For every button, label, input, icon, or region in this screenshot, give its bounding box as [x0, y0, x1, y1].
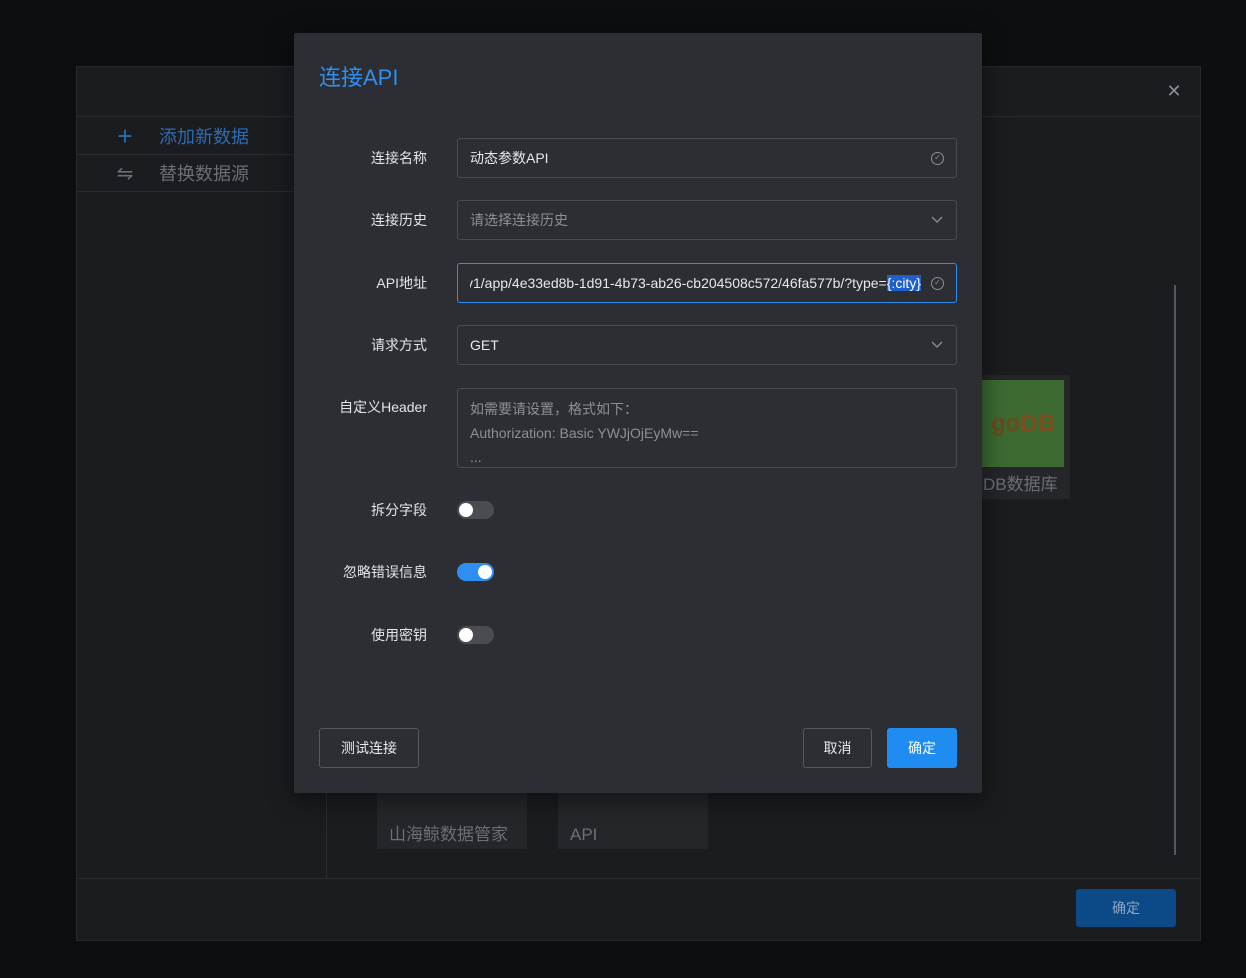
ignore-errors-toggle[interactable] — [457, 563, 494, 581]
check-circle-icon: ✓ — [931, 151, 944, 165]
card-label: API — [570, 825, 598, 844]
sidebar-item-replace-source[interactable]: ⇋ 替换数据源 — [77, 155, 326, 192]
toggle-knob — [459, 503, 473, 517]
chevron-down-icon — [930, 338, 944, 352]
toggle-knob — [478, 565, 492, 579]
connection-name-input[interactable]: 动态参数API ✓ — [457, 138, 957, 178]
custom-header-textarea[interactable]: 如需要请设置，格式如下： Authorization: Basic YWJjOj… — [457, 388, 957, 468]
scrollbar[interactable] — [1174, 285, 1176, 855]
form-row-split-fields: 拆分字段 — [294, 490, 982, 530]
logo-text-left: go — [991, 409, 1021, 437]
url-selected-text: {:city} — [886, 275, 921, 291]
check-circle-icon: ✓ — [931, 276, 944, 290]
field-label: 连接历史 — [371, 212, 427, 228]
input-value: 'v1/app/4e33ed8b-1d91-4b73-ab26-cb204508… — [470, 275, 921, 291]
url-text: 'v1/app/4e33ed8b-1d91-4b73-ab26-cb204508… — [470, 275, 887, 291]
background-footer: 确定 — [77, 878, 1200, 940]
sidebar-item-add-data[interactable]: + 添加新数据 — [77, 118, 326, 155]
form-row-ignore-errors: 忽略错误信息 — [294, 552, 982, 592]
field-label: 请求方式 — [371, 337, 427, 353]
data-source-card-api[interactable]: API — [558, 787, 708, 849]
cancel-button[interactable]: 取消 — [803, 728, 872, 768]
form-row-history: 连接历史 请选择连接历史 — [294, 200, 982, 240]
input-value: 动态参数API — [470, 150, 549, 166]
field-label: API地址 — [376, 275, 427, 291]
textarea-placeholder-line: 如需要请设置，格式如下： — [470, 401, 638, 417]
mongodb-logo: go DB — [982, 380, 1064, 467]
card-label: DB数据库 — [983, 475, 1058, 494]
field-label: 拆分字段 — [371, 502, 427, 518]
background-sidebar: + 添加新数据 ⇋ 替换数据源 — [77, 118, 327, 878]
form-row-method: 请求方式 GET — [294, 325, 982, 365]
textarea-placeholder-line: ... — [470, 449, 482, 465]
swap-icon: ⇋ — [116, 162, 134, 185]
split-fields-toggle[interactable] — [457, 501, 494, 519]
use-key-toggle[interactable] — [457, 626, 494, 644]
confirm-button[interactable]: 确定 — [887, 728, 957, 768]
card-label: 山海鲸数据管家 — [389, 825, 508, 844]
textarea-placeholder-line: Authorization: Basic YWJjOjEyMw== — [470, 425, 699, 441]
dialog-title: 连接API — [319, 65, 399, 90]
select-value: GET — [470, 337, 499, 353]
field-label: 忽略错误信息 — [343, 564, 427, 580]
background-confirm-button[interactable]: 确定 — [1076, 889, 1176, 927]
form-row-api-url: API地址 'v1/app/4e33ed8b-1d91-4b73-ab26-cb… — [294, 263, 982, 303]
test-connection-button[interactable]: 测试连接 — [319, 728, 419, 768]
field-label: 使用密钥 — [371, 627, 427, 643]
form-row-name: 连接名称 动态参数API ✓ — [294, 138, 982, 178]
field-label: 连接名称 — [371, 150, 427, 166]
field-label: 自定义Header — [339, 399, 427, 415]
connect-api-dialog: 连接API 连接名称 动态参数API ✓ 连接历史 请选择连接历史 API地址 … — [294, 33, 982, 793]
sidebar-item-label: 添加新数据 — [159, 127, 249, 147]
sidebar-item-label: 替换数据源 — [159, 164, 249, 184]
request-method-select[interactable]: GET — [457, 325, 957, 365]
select-placeholder: 请选择连接历史 — [470, 212, 568, 228]
close-icon[interactable]: ✕ — [1164, 81, 1184, 101]
toggle-knob — [459, 628, 473, 642]
api-url-input[interactable]: 'v1/app/4e33ed8b-1d91-4b73-ab26-cb204508… — [457, 263, 957, 303]
logo-text-right: DB — [1020, 409, 1055, 437]
form-row-use-key: 使用密钥 — [294, 615, 982, 655]
data-source-card-shanhaijing[interactable]: 山海鲸数据管家 — [377, 787, 527, 849]
connection-history-select[interactable]: 请选择连接历史 — [457, 200, 957, 240]
plus-icon: + — [117, 120, 133, 151]
chevron-down-icon — [930, 213, 944, 227]
